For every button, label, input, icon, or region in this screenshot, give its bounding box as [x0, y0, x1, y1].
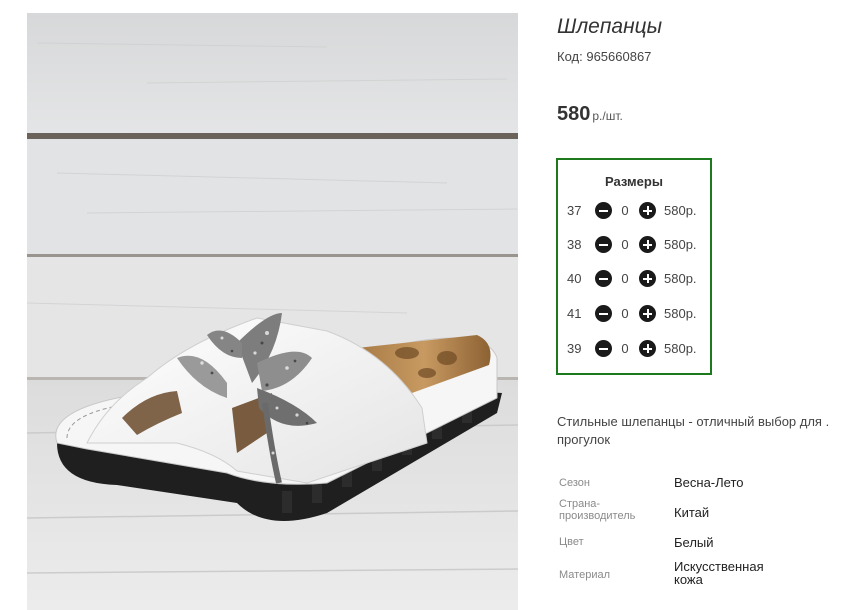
description-line: Стильные шлепанцы - отличный выбор для . [557, 414, 830, 429]
size-label: 40 [567, 271, 582, 286]
plus-circle-icon[interactable] [639, 202, 656, 219]
attribute-value: Весна-Лето [674, 475, 744, 490]
product-photo[interactable] [27, 13, 518, 610]
size-quantity[interactable]: 0 [619, 271, 631, 286]
size-label: 38 [567, 237, 582, 252]
size-quantity[interactable]: 0 [619, 237, 631, 252]
size-quantity[interactable]: 0 [619, 306, 631, 321]
minus-circle-icon[interactable] [595, 236, 612, 253]
size-price: 580р. [664, 203, 697, 218]
attribute-key: Страна- производитель [559, 498, 671, 522]
size-row: 38 0 580р. [558, 234, 710, 256]
sizes-panel: Размеры 37 0 580р. 38 0 580р. 40 0 580р.… [556, 158, 712, 375]
size-row: 39 0 580р. [558, 338, 710, 360]
attribute-key: Материал [559, 569, 610, 581]
attribute-key-line: Страна- [559, 498, 601, 510]
size-label: 41 [567, 306, 582, 321]
product-description: Стильные шлепанцы - отличный выбор для .… [557, 413, 852, 449]
minus-circle-icon[interactable] [595, 305, 612, 322]
product-code-label: Код: [557, 49, 583, 64]
size-row: 40 0 580р. [558, 268, 710, 290]
plus-circle-icon[interactable] [639, 270, 656, 287]
attribute-value: Искусственная кожа [674, 560, 804, 586]
minus-circle-icon[interactable] [595, 340, 612, 357]
size-price: 580р. [664, 341, 697, 356]
minus-circle-icon[interactable] [595, 202, 612, 219]
size-price: 580р. [664, 237, 697, 252]
sandal-illustration [27, 13, 518, 610]
size-quantity[interactable]: 0 [619, 203, 631, 218]
attribute-value-line: кожа [674, 572, 703, 587]
attribute-value: Белый [674, 535, 714, 550]
attribute-value: Китай [674, 505, 710, 520]
price-unit: р./шт. [592, 109, 623, 123]
size-label: 37 [567, 203, 582, 218]
size-price: 580р. [664, 306, 697, 321]
size-row: 41 0 580р. [558, 303, 710, 325]
description-line: прогулок [557, 432, 611, 447]
attribute-key-line: производитель [559, 510, 636, 522]
product-code: Код: 965660867 [557, 49, 651, 64]
size-row: 37 0 580р. [558, 200, 710, 222]
product-price: 580 р./шт. [557, 103, 623, 126]
plus-circle-icon[interactable] [639, 305, 656, 322]
minus-circle-icon[interactable] [595, 270, 612, 287]
price-value: 580 [557, 103, 591, 125]
attribute-key: Цвет [559, 536, 584, 548]
product-code-value: 965660867 [586, 49, 652, 64]
product-title: Шлепанцы [557, 15, 663, 38]
size-price: 580р. [664, 271, 697, 286]
sizes-title: Размеры [605, 174, 663, 189]
size-label: 39 [567, 341, 582, 356]
plus-circle-icon[interactable] [639, 236, 656, 253]
plus-circle-icon[interactable] [639, 340, 656, 357]
attribute-key: Сезон [559, 477, 590, 489]
size-quantity[interactable]: 0 [619, 341, 631, 356]
